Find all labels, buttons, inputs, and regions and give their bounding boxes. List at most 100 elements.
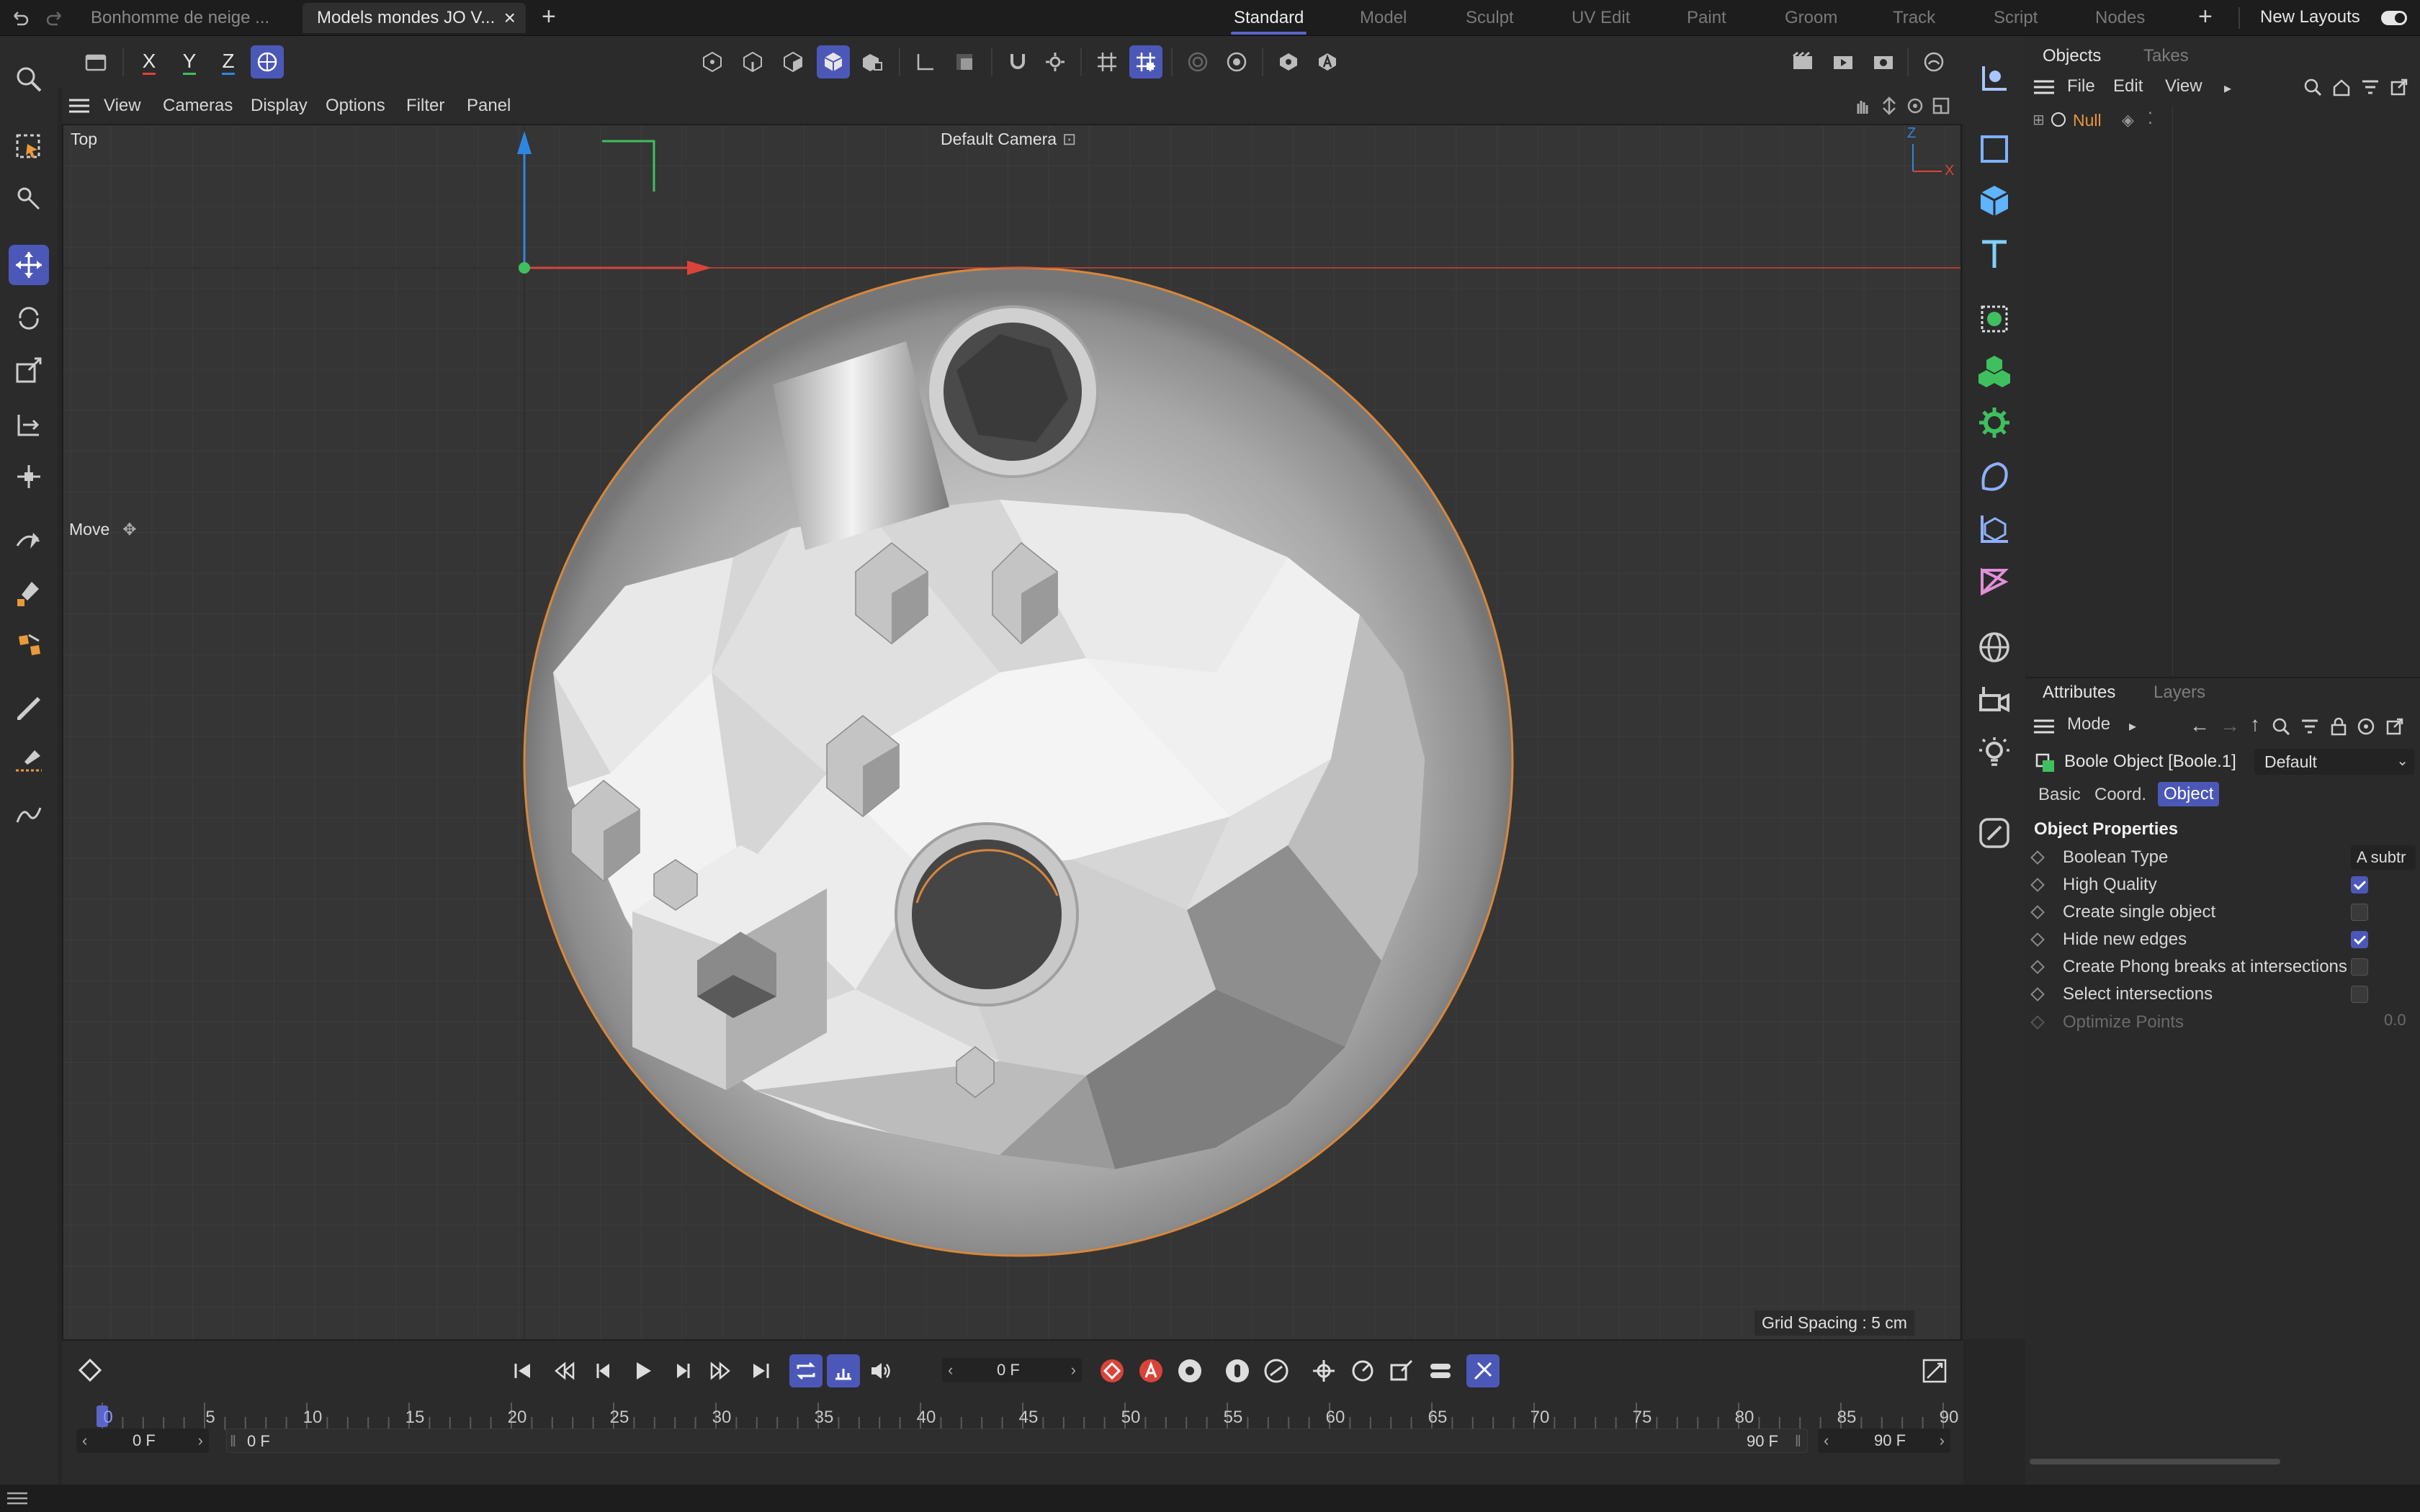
camera-label[interactable]: Default Camera ⊡ <box>941 130 1076 149</box>
expand-menu-icon[interactable]: ▸ <box>2129 717 2136 735</box>
viewport-menu-icon[interactable] <box>69 98 89 114</box>
phong-breaks-checkbox[interactable] <box>2351 958 2368 976</box>
document-tab-2[interactable]: Models mondes JO V... × <box>302 3 526 33</box>
viewport[interactable]: Top Default Camera ⊡ Move ✥ Z X Grid Spaci… <box>62 124 1962 1341</box>
keyframe-diamond-icon[interactable] <box>2030 878 2045 892</box>
move-tool-icon[interactable] <box>9 245 49 285</box>
axis-mode-icon[interactable] <box>909 45 942 78</box>
zoom-view-icon[interactable] <box>1880 96 1899 115</box>
auto-key-icon[interactable] <box>1311 45 1344 78</box>
attributes-mode-menu[interactable]: Mode <box>2067 714 2110 734</box>
polygons-mode-icon[interactable] <box>776 45 810 78</box>
layout-tab-track[interactable]: Track <box>1893 4 1935 32</box>
next-frame-icon[interactable] <box>671 1359 694 1382</box>
viewport-menu-display[interactable]: Display <box>251 88 308 124</box>
list-item[interactable]: ⊞ Null ◈ ⁚ <box>2033 109 2169 131</box>
grid-snap-icon[interactable] <box>1129 45 1162 78</box>
scale-tool-icon[interactable] <box>9 350 49 390</box>
layout-tab-uv-edit[interactable]: UV Edit <box>1572 4 1630 32</box>
layer-icon[interactable]: ◈ <box>2122 111 2134 130</box>
chevron-left-icon[interactable]: ‹ <box>82 1428 87 1453</box>
commander-icon[interactable] <box>1917 45 1950 78</box>
visibility-dots-icon[interactable]: ⁚ <box>2148 109 2153 128</box>
layout-tab-groom[interactable]: Groom <box>1785 4 1837 32</box>
volume-object-icon[interactable] <box>1973 560 2015 602</box>
filter-icon[interactable] <box>2361 78 2380 96</box>
subtab-object[interactable]: Object <box>2158 782 2220 806</box>
forward-arrow-icon[interactable]: → <box>2220 714 2240 737</box>
autokey-icon[interactable] <box>1138 1358 1164 1384</box>
keyframe-diamond-icon[interactable] <box>2030 987 2045 1002</box>
redo-icon[interactable] <box>45 7 66 29</box>
layout-tab-sculpt[interactable]: Sculpt <box>1466 4 1514 32</box>
transform-tool-icon[interactable] <box>9 456 49 497</box>
render-picture-viewer-icon[interactable] <box>1827 45 1860 78</box>
document-tab-1[interactable]: Bonhomme de neige ... <box>76 3 300 33</box>
target-icon[interactable] <box>2357 717 2375 736</box>
start-frame-field[interactable]: ‹ 0 F › <box>76 1428 209 1453</box>
create-single-object-checkbox[interactable] <box>2351 904 2368 921</box>
model-mode-icon[interactable] <box>817 45 850 78</box>
spline-object-icon[interactable] <box>1973 128 2015 170</box>
record-scale-icon[interactable] <box>1389 1358 1415 1384</box>
polygon-pen-icon[interactable] <box>9 626 49 667</box>
motion-settings-icon[interactable] <box>1263 1358 1289 1384</box>
previous-frame-icon[interactable] <box>592 1359 615 1382</box>
soft-selection-icon[interactable] <box>1181 45 1214 78</box>
viewport-menu-panel[interactable]: Panel <box>467 88 511 124</box>
select-intersections-checkbox[interactable] <box>2351 986 2368 1003</box>
chevron-left-icon[interactable]: ‹ <box>948 1358 953 1382</box>
keyframe-diamond-icon[interactable] <box>2030 905 2045 919</box>
record-icon[interactable] <box>79 45 112 78</box>
brush-tool-icon[interactable] <box>9 688 49 729</box>
search-icon[interactable] <box>9 59 49 99</box>
deformer-object-icon[interactable] <box>1973 456 2015 498</box>
filter-attributes-icon[interactable] <box>2300 717 2319 736</box>
boolean-type-dropdown[interactable]: A subtr <box>2351 845 2416 870</box>
light-object-icon[interactable] <box>1973 732 2015 773</box>
keyframe-diamond-icon[interactable] <box>2030 932 2045 947</box>
viewport-menu-view[interactable]: View <box>104 88 141 124</box>
sound-icon[interactable] <box>864 1354 897 1387</box>
next-key-icon[interactable] <box>710 1359 733 1382</box>
points-mode-icon[interactable] <box>696 45 729 78</box>
coordinate-system-icon[interactable] <box>251 45 284 78</box>
render-view-icon[interactable] <box>1786 45 1819 78</box>
search-attributes-icon[interactable] <box>2272 717 2290 736</box>
effector-gear-icon[interactable] <box>1973 402 2015 444</box>
range-handle-left[interactable]: ‖ <box>230 1429 236 1454</box>
timeline-ruler[interactable] <box>78 1400 1950 1430</box>
knife-tool-icon[interactable] <box>9 742 49 782</box>
popout-icon[interactable] <box>2390 78 2408 96</box>
layout-tab-standard[interactable]: Standard <box>1230 4 1307 35</box>
record-rotation-icon[interactable] <box>1350 1358 1376 1384</box>
maximize-view-icon[interactable] <box>1932 96 1950 115</box>
axis-y-button[interactable]: Y <box>173 45 206 78</box>
camera-object-icon[interactable] <box>1973 680 2015 721</box>
preset-dropdown[interactable]: Default ⌄ <box>2254 749 2414 775</box>
undo-icon[interactable] <box>9 7 30 29</box>
high-quality-checkbox[interactable] <box>2351 876 2368 894</box>
viewport-menu-filter[interactable]: Filter <box>406 88 444 124</box>
texture-mode-icon[interactable] <box>948 45 981 78</box>
home-icon[interactable] <box>2332 78 2351 96</box>
objects-menu-edit[interactable]: Edit <box>2113 76 2143 96</box>
chevron-left-icon[interactable]: ‹ <box>1824 1428 1829 1453</box>
spline-pen-icon[interactable] <box>9 520 49 560</box>
timeline-graph-icon[interactable] <box>1922 1358 1948 1384</box>
tab-attributes[interactable]: Attributes <box>2043 683 2115 703</box>
popout-attributes-icon[interactable] <box>2385 717 2404 736</box>
subtab-coord[interactable]: Coord. <box>2094 785 2146 805</box>
object-mode-icon[interactable] <box>856 45 889 78</box>
rotate-tool-icon[interactable] <box>9 298 49 338</box>
objects-menu-view[interactable]: View <box>2165 76 2202 96</box>
text-object-icon[interactable] <box>1973 233 2015 275</box>
keyframe-settings-icon[interactable] <box>1177 1358 1203 1384</box>
axis-x-button[interactable]: X <box>133 45 166 78</box>
selection-tool-icon[interactable] <box>9 127 49 167</box>
spline-smooth-icon[interactable] <box>9 795 49 835</box>
record-keyframe-icon[interactable] <box>1099 1358 1125 1384</box>
new-layouts-toggle[interactable] <box>2381 11 2407 25</box>
back-arrow-icon[interactable]: ← <box>2190 714 2210 737</box>
pan-view-icon[interactable] <box>1852 96 1871 115</box>
